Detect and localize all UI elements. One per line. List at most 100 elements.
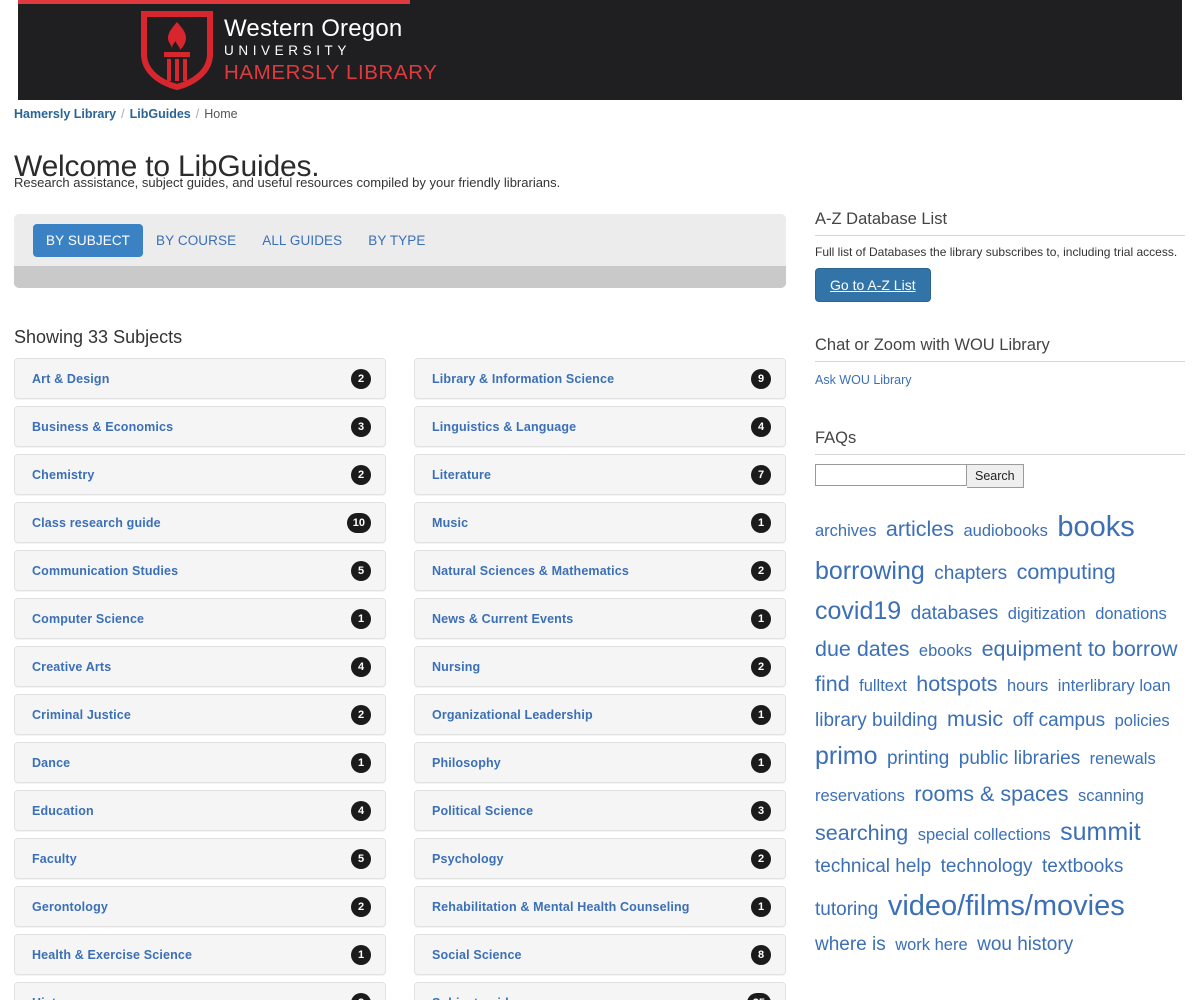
subject-guide-count-badge: 2	[751, 560, 771, 581]
tag-link[interactable]: fulltext	[859, 677, 907, 695]
subject-card[interactable]: Faculty 5	[14, 838, 386, 879]
subject-card[interactable]: Criminal Justice 2	[14, 694, 386, 735]
tag-link[interactable]: searching	[815, 821, 908, 845]
tag-link[interactable]: databases	[911, 603, 999, 624]
subject-card[interactable]: Communication Studies 5	[14, 550, 386, 591]
tag-link[interactable]: textbooks	[1042, 856, 1123, 877]
tag-link[interactable]: reservations	[815, 787, 905, 805]
tag-link[interactable]: chapters	[934, 563, 1007, 584]
tab-by-type[interactable]: BY TYPE	[355, 224, 438, 257]
tag-link[interactable]: hotspots	[916, 672, 997, 696]
tag-link[interactable]: books	[1057, 511, 1134, 543]
subject-name: Business & Economics	[32, 419, 174, 434]
wou-hamersly-library-logo[interactable]: Western Oregon UNIVERSITY HAMERSLY LIBRA…	[140, 10, 438, 90]
subject-card[interactable]: Nursing 2	[414, 646, 786, 687]
subject-card[interactable]: Creative Arts 4	[14, 646, 386, 687]
tag-link[interactable]: hours	[1007, 677, 1048, 695]
tag-link[interactable]: work here	[895, 936, 967, 954]
subject-guide-count-badge: 1	[351, 752, 371, 773]
tag-link[interactable]: interlibrary loan	[1058, 677, 1171, 695]
tag-link[interactable]: printing	[887, 748, 949, 769]
tag-link[interactable]: library building	[815, 710, 938, 731]
subject-card[interactable]: Health & Exercise Science 1	[14, 934, 386, 975]
chat-zoom-title: Chat or Zoom with WOU Library	[815, 336, 1185, 362]
tag-link[interactable]: music	[947, 707, 1003, 731]
tab-all-guides[interactable]: ALL GUIDES	[249, 224, 355, 257]
subject-card[interactable]: Organizational Leadership 1	[414, 694, 786, 735]
tag-link[interactable]: equipment to borrow	[982, 637, 1178, 661]
subject-card[interactable]: News & Current Events 1	[414, 598, 786, 639]
site-header: Western Oregon UNIVERSITY HAMERSLY LIBRA…	[18, 0, 1182, 100]
subject-card[interactable]: Gerontology 2	[14, 886, 386, 927]
tag-link[interactable]: computing	[1017, 560, 1116, 584]
subject-guide-count-badge: 5	[351, 848, 371, 869]
subject-card[interactable]: Class research guide 10	[14, 502, 386, 543]
ask-wou-library-link[interactable]: Ask WOU Library	[815, 373, 912, 387]
tag-link[interactable]: donations	[1095, 605, 1167, 623]
tag-link[interactable]: summit	[1060, 818, 1141, 846]
breadcrumb-link-hamersly-library[interactable]: Hamersly Library	[14, 107, 116, 121]
subject-card[interactable]: Business & Economics 3	[14, 406, 386, 447]
subject-guide-count-badge: 1	[751, 704, 771, 725]
subject-name: Chemistry	[32, 467, 95, 482]
subject-guide-count-badge: 10	[346, 512, 371, 533]
tag-link[interactable]: borrowing	[815, 557, 925, 585]
breadcrumb-current-home: Home	[204, 107, 238, 121]
breadcrumb-separator: /	[195, 107, 200, 121]
tag-link[interactable]: due dates	[815, 637, 909, 661]
subject-card[interactable]: Psychology 2	[414, 838, 786, 879]
tag-link[interactable]: special collections	[918, 826, 1051, 844]
tab-by-course[interactable]: BY COURSE	[143, 224, 249, 257]
breadcrumb-link-libguides[interactable]: LibGuides	[130, 107, 191, 121]
subject-card[interactable]: Linguistics & Language 4	[414, 406, 786, 447]
tab-by-subject[interactable]: BY SUBJECT	[33, 223, 144, 257]
tag-link[interactable]: archives	[815, 522, 876, 540]
tag-link[interactable]: policies	[1115, 712, 1170, 730]
subject-card[interactable]: Dance 1	[14, 742, 386, 783]
tag-link[interactable]: rooms & spaces	[914, 782, 1068, 806]
faq-search-button[interactable]: Search	[967, 464, 1024, 488]
subject-card[interactable]: Chemistry 2	[14, 454, 386, 495]
tag-link[interactable]: where is	[815, 934, 886, 955]
subject-card[interactable]: Natural Sciences & Mathematics 2	[414, 550, 786, 591]
subject-card[interactable]: History 2	[14, 982, 386, 1000]
tag-link[interactable]: ebooks	[919, 642, 972, 660]
tag-link[interactable]: find	[815, 672, 850, 696]
subject-card[interactable]: Music 1	[414, 502, 786, 543]
subject-card[interactable]: Art & Design 2	[14, 358, 386, 399]
subject-name: Faculty	[32, 851, 77, 866]
tab-panel-footer-bar	[14, 266, 786, 288]
subject-guide-count-badge: 2	[351, 992, 371, 1000]
subject-card[interactable]: Literature 7	[414, 454, 786, 495]
tag-link[interactable]: covid19	[815, 597, 901, 625]
subject-guide-count-badge: 4	[351, 800, 371, 821]
tag-link[interactable]: technology	[941, 856, 1033, 877]
subject-name: Linguistics & Language	[432, 419, 577, 434]
tag-link[interactable]: scanning	[1078, 787, 1144, 805]
go-to-az-list-button[interactable]: Go to A-Z List	[815, 268, 931, 302]
subject-guide-count-badge: 1	[751, 752, 771, 773]
tag-link[interactable]: digitization	[1008, 605, 1086, 623]
tag-link[interactable]: public libraries	[959, 748, 1080, 769]
tag-link[interactable]: renewals	[1090, 750, 1156, 768]
subject-guide-count-badge: 2	[751, 848, 771, 869]
tag-link[interactable]: video/films/movies	[888, 890, 1125, 922]
subject-name: News & Current Events	[432, 611, 574, 626]
guide-browse-tab-panel: BY SUBJECT BY COURSE ALL GUIDES BY TYPE	[14, 214, 786, 288]
tag-link[interactable]: primo	[815, 742, 878, 770]
tag-link[interactable]: technical help	[815, 856, 931, 877]
tag-link[interactable]: tutoring	[815, 899, 878, 920]
subject-card[interactable]: Education 4	[14, 790, 386, 831]
subject-card[interactable]: Subject guides 25	[414, 982, 786, 1000]
tag-link[interactable]: off campus	[1013, 710, 1106, 731]
tag-link[interactable]: articles	[886, 517, 954, 541]
faq-search-input[interactable]	[815, 464, 967, 486]
subject-card[interactable]: Rehabilitation & Mental Health Counselin…	[414, 886, 786, 927]
tag-link[interactable]: wou history	[977, 934, 1073, 955]
subject-card[interactable]: Political Science 3	[414, 790, 786, 831]
subject-card[interactable]: Philosophy 1	[414, 742, 786, 783]
subject-card[interactable]: Library & Information Science 9	[414, 358, 786, 399]
tag-link[interactable]: audiobooks	[963, 522, 1047, 540]
subject-card[interactable]: Social Science 8	[414, 934, 786, 975]
subject-card[interactable]: Computer Science 1	[14, 598, 386, 639]
